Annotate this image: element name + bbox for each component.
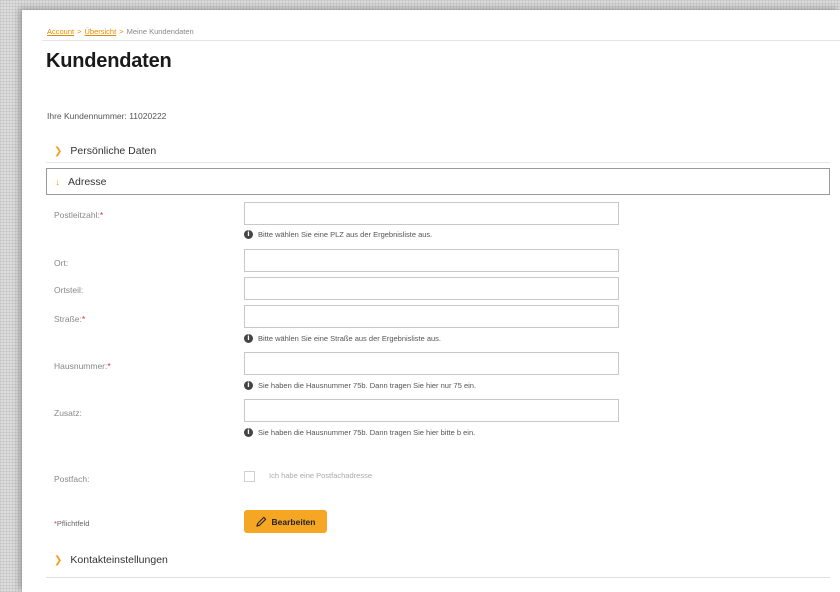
- strasse-input[interactable]: [244, 305, 619, 328]
- hint-text: Bitte wählen Sie eine Straße aus der Erg…: [258, 334, 442, 343]
- arrow-down-icon: ↓: [55, 177, 60, 188]
- ort-input[interactable]: [244, 249, 619, 272]
- strasse-label: Straße:*: [54, 314, 85, 324]
- section-label: Persönliche Daten: [70, 145, 157, 157]
- edit-button[interactable]: Bearbeiten: [244, 510, 327, 533]
- breadcrumb: Account > Übersicht > Meine Kundendaten: [47, 27, 194, 36]
- required-field-note: *Pflichtfeld: [54, 519, 89, 528]
- zusatz-hint: i Sie haben die Hausnummer 75b. Dann trag…: [244, 428, 475, 437]
- info-icon: i: [244, 334, 253, 343]
- breadcrumb-separator: >: [77, 27, 82, 36]
- info-icon: i: [244, 428, 253, 437]
- section-label: Kontakteinstellungen: [70, 554, 168, 566]
- ortsteil-input[interactable]: [244, 277, 619, 300]
- postfach-label: Postfach:: [54, 474, 90, 484]
- section-personal-data[interactable]: ❯ Persönliche Daten: [46, 140, 830, 162]
- hint-text: Bitte wählen Sie eine PLZ aus der Ergebn…: [258, 230, 433, 239]
- required-note-text: Pflichtfeld: [56, 519, 90, 528]
- breadcrumb-current: Meine Kundendaten: [126, 27, 194, 36]
- breadcrumb-overview-link[interactable]: Übersicht: [85, 27, 117, 36]
- info-icon: i: [244, 230, 253, 239]
- postfach-checkbox[interactable]: [244, 471, 255, 482]
- zusatz-label: Zusatz:: [54, 408, 82, 418]
- required-marker: *: [81, 314, 86, 324]
- divider: [46, 162, 830, 163]
- section-label: Adresse: [68, 176, 107, 188]
- breadcrumb-separator: >: [119, 27, 124, 36]
- page: Account > Übersicht > Meine Kundendaten Kund…: [22, 10, 840, 592]
- ortsteil-label: Ortsteil:: [54, 285, 84, 295]
- chevron-right-icon: ❯: [54, 146, 63, 157]
- hint-text: Sie haben die Hausnummer 75b. Dann trage…: [258, 381, 477, 390]
- ort-label: Ort:: [54, 258, 69, 268]
- customer-number: Ihre Kundennummer: 11020222: [47, 111, 167, 121]
- zusatz-input[interactable]: [244, 399, 619, 422]
- label-text: Straße:: [54, 314, 82, 324]
- section-contact-settings[interactable]: ❯ Kontakteinstellungen: [46, 549, 830, 571]
- edit-button-label: Bearbeiten: [271, 516, 316, 527]
- page-title: Kundendaten: [46, 50, 172, 72]
- section-address[interactable]: ↓ Adresse: [46, 168, 830, 195]
- postfach-checkbox-label[interactable]: Ich habe eine Postfachadresse: [269, 471, 372, 480]
- hausnummer-hint: i Sie haben die Hausnummer 75b. Dann trag…: [244, 381, 476, 390]
- hint-text: Sie haben die Hausnummer 75b. Dann trage…: [258, 428, 476, 437]
- postleitzahl-label: Postleitzahl:*: [54, 210, 103, 220]
- pencil-icon: [255, 516, 266, 527]
- breadcrumb-account-link[interactable]: Account: [47, 27, 74, 36]
- info-icon: i: [244, 381, 253, 390]
- label-text: Postleitzahl:: [54, 210, 100, 220]
- hausnummer-input[interactable]: [244, 352, 619, 375]
- divider: [42, 40, 840, 41]
- chevron-right-icon: ❯: [54, 555, 63, 566]
- hausnummer-label: Hausnummer:*: [54, 361, 111, 371]
- divider: [46, 577, 830, 578]
- required-marker: *: [99, 210, 104, 220]
- label-text: Hausnummer:: [54, 361, 108, 371]
- postleitzahl-input[interactable]: [244, 202, 619, 225]
- postleitzahl-hint: i Bitte wählen Sie eine PLZ aus der Ergeb…: [244, 230, 432, 239]
- strasse-hint: i Bitte wählen Sie eine Straße aus der Er…: [244, 334, 441, 343]
- required-marker: *: [107, 361, 111, 371]
